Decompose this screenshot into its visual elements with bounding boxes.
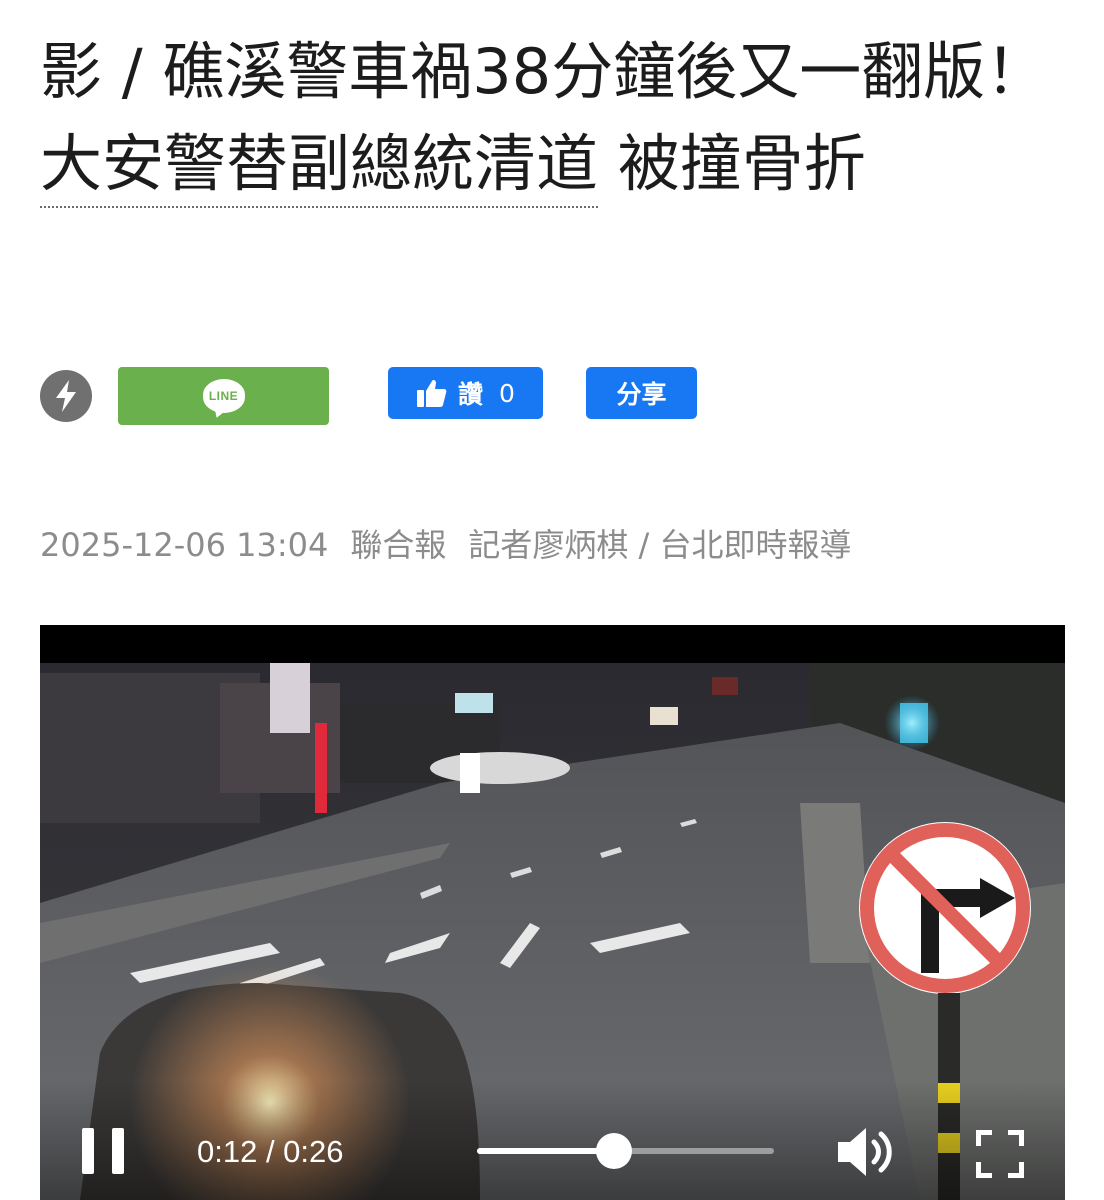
- video-controls: 0:12 / 0:26: [40, 1080, 1065, 1200]
- facebook-share-button[interactable]: 分享: [586, 367, 697, 419]
- share-bar: LINE 讚 0 分享: [40, 367, 740, 425]
- fullscreen-icon[interactable]: [975, 1129, 1025, 1179]
- news-source: 聯合報: [350, 526, 447, 564]
- seek-progress: [477, 1148, 614, 1154]
- seek-handle[interactable]: [595, 1133, 632, 1169]
- lightning-bolt-icon: [40, 370, 92, 422]
- publish-date: 2025-12-06 13:04: [40, 526, 329, 564]
- line-share-button[interactable]: LINE: [118, 367, 329, 425]
- like-count: 0: [499, 378, 515, 408]
- headline-text-part1: 影 / 礁溪警車禍38分鐘後又一翻版！: [40, 35, 1048, 108]
- share-label: 分享: [616, 380, 667, 409]
- article-headline: 影 / 礁溪警車禍38分鐘後又一翻版！ 大安警替副總統清道 被撞骨折: [40, 26, 1070, 210]
- byline: 記者廖炳棋 / 台北即時報導: [468, 526, 852, 564]
- line-logo-icon: LINE: [202, 379, 245, 413]
- thumbs-up-icon: [417, 379, 447, 407]
- line-label: LINE: [208, 389, 239, 403]
- headline-text-part2: 被撞骨折: [598, 127, 866, 200]
- article-meta: 2025-12-06 13:04 聯合報 記者廖炳棋 / 台北即時報導: [40, 520, 874, 566]
- seek-bar[interactable]: [477, 1133, 774, 1169]
- like-label: 讚: [458, 380, 484, 409]
- video-player[interactable]: 0:12 / 0:26: [40, 625, 1065, 1200]
- headline-link[interactable]: 大安警替副總統清道: [40, 127, 599, 208]
- volume-icon[interactable]: [834, 1124, 898, 1180]
- video-time: 0:12 / 0:26: [197, 1134, 344, 1169]
- pause-icon[interactable]: [82, 1128, 126, 1174]
- facebook-like-button[interactable]: 讚 0: [388, 367, 543, 419]
